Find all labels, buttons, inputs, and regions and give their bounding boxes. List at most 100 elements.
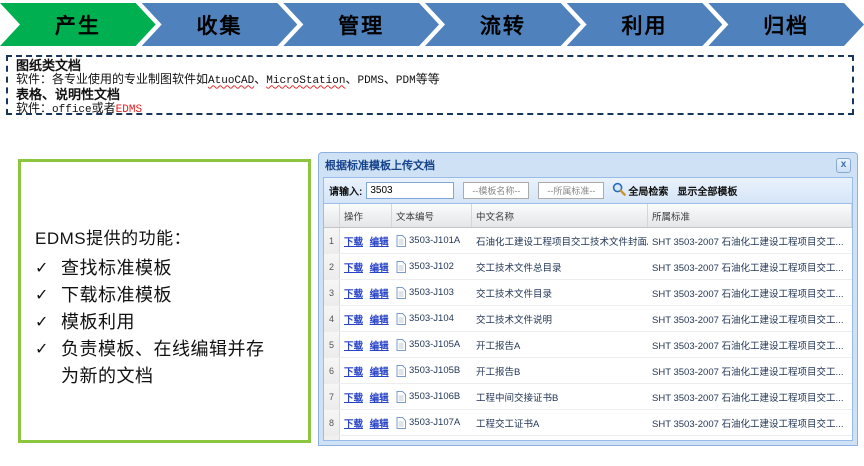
note-sep: 、 [345, 72, 357, 86]
table-row-partial [324, 436, 852, 441]
panel-title: 根据标准模板上传文档 [325, 157, 435, 173]
note-software-pdms: PDMS [357, 75, 383, 87]
process-step-6: 归档 [708, 3, 864, 46]
row-number: 5 [324, 332, 340, 357]
download-link[interactable]: 下载 [344, 263, 363, 274]
doc-number-cell: 3503-J102 [392, 261, 472, 273]
note-title-drawings: 图纸类文档 [16, 59, 844, 73]
doc-name-cell: 交工技术文件说明 [472, 312, 648, 326]
edit-link[interactable]: 编辑 [370, 393, 389, 404]
doc-number-cell: 3503-J105B [392, 365, 472, 377]
upload-template-window: 根据标准模板上传文档 x 请输入: --模板名称-- --所属标准-- 全局检索… [318, 152, 858, 446]
process-flow: 产生收集 管理 流转 利用 归档 [0, 3, 864, 46]
doc-number: 3503-J107A [409, 417, 460, 428]
search-input[interactable] [366, 182, 454, 199]
process-step-5: 利用 [567, 3, 723, 46]
checkmark-icon: ✓ [35, 282, 61, 309]
download-link[interactable]: 下载 [344, 289, 363, 300]
slide: 产生收集 管理 流转 利用 归档 图纸类文档 软件：各专业使用的专业制图软件如AtuoC… [0, 0, 864, 466]
doc-number-cell: 3503-J101A [392, 235, 472, 247]
process-step-label: 管理 [338, 10, 384, 40]
edit-link[interactable]: 编辑 [370, 237, 389, 248]
doc-number: 3503-J101A [409, 235, 460, 246]
process-step-label: 归档 [763, 10, 809, 40]
edms-feature-item: ✓下载标准模板 [35, 282, 302, 309]
row-number: 3 [324, 280, 340, 305]
doc-standard-cell: SHT 3503-2007 石油化工建设工程项目交工... [648, 286, 852, 300]
document-icon [396, 339, 406, 351]
table-row[interactable]: 7 下载 编辑 3503-J106B 工程中间交接证书B SHT 3503-20… [324, 384, 852, 410]
doc-number-cell: 3503-J105A [392, 339, 472, 351]
table-row[interactable]: 8 下载 编辑 3503-J107A 工程交工证书A SHT 3503-2007… [324, 410, 852, 436]
document-icon [396, 391, 406, 403]
edit-link[interactable]: 编辑 [370, 289, 389, 300]
table-row[interactable]: 4 下载 编辑 3503-J104 交工技术文件说明 SHT 3503-2007… [324, 306, 852, 332]
document-types-note: 图纸类文档 软件：各专业使用的专业制图软件如AtuoCAD、MicroStati… [6, 55, 854, 115]
table-row[interactable]: 2 下载 编辑 3503-J102 交工技术文件总目录 SHT 3503-200… [324, 254, 852, 280]
row-actions: 下载 编辑 [340, 234, 392, 248]
process-step-label: 流转 [480, 10, 526, 40]
edms-box-title: EDMS提供的功能： [35, 224, 302, 249]
document-icon [396, 235, 406, 247]
download-link[interactable]: 下载 [344, 419, 363, 430]
doc-name-cell: 交工技术文件目录 [472, 286, 648, 300]
note-text: 或者 [92, 101, 116, 115]
table-row[interactable]: 3 下载 编辑 3503-J103 交工技术文件目录 SHT 3503-2007… [324, 280, 852, 306]
doc-name-cell: 交工技术文件总目录 [472, 260, 648, 274]
table-row[interactable]: 6 下载 编辑 3503-J105B 开工报告B SHT 3503-2007 石… [324, 358, 852, 384]
header-operation[interactable]: 操作 [340, 204, 392, 227]
download-link[interactable]: 下载 [344, 237, 363, 248]
doc-standard-cell: SHT 3503-2007 石油化工建设工程项目交工... [648, 416, 852, 430]
note-sep: 、 [384, 72, 396, 86]
row-actions: 下载 编辑 [340, 260, 392, 274]
edit-link[interactable]: 编辑 [370, 315, 389, 326]
header-doc-name[interactable]: 中文名称 [472, 204, 648, 227]
close-icon[interactable]: x [836, 158, 851, 173]
download-link[interactable]: 下载 [344, 393, 363, 404]
note-text: 软件：各专业使用的专业制图软件如 [16, 72, 208, 86]
edit-link[interactable]: 编辑 [370, 263, 389, 274]
edit-link[interactable]: 编辑 [370, 367, 389, 378]
table-row[interactable]: 1 下载 编辑 3503-J101A 石油化工建设工程项目交工技术文件封面A S… [324, 228, 852, 254]
doc-number: 3503-J105A [409, 339, 460, 350]
checkmark-icon: ✓ [35, 336, 61, 363]
process-step-1: 产生 [0, 3, 156, 46]
table-row[interactable]: 5 下载 编辑 3503-J105A 开工报告A SHT 3503-2007 石… [324, 332, 852, 358]
show-all-templates-button[interactable]: 显示全部模板 [677, 183, 737, 198]
edit-link[interactable]: 编辑 [370, 419, 389, 430]
download-link[interactable]: 下载 [344, 367, 363, 378]
edms-functions-box: EDMS提供的功能： ✓查找标准模板✓下载标准模板✓模板利用✓负责模板、在线编辑… [18, 159, 311, 443]
doc-standard-cell: SHT 3503-2007 石油化工建设工程项目交工... [648, 338, 852, 352]
doc-name-cell: 石油化工建设工程项目交工技术文件封面A [472, 234, 648, 248]
doc-name-cell: 开工报告B [472, 364, 648, 378]
row-actions: 下载 编辑 [340, 312, 392, 326]
doc-number-cell: 3503-J103 [392, 287, 472, 299]
template-name-combo[interactable]: --模板名称-- [463, 182, 529, 199]
note-software-microstation: MicroStation [266, 75, 345, 87]
table-body: 1 下载 编辑 3503-J101A 石油化工建设工程项目交工技术文件封面A S… [324, 228, 852, 436]
doc-standard-cell: SHT 3503-2007 石油化工建设工程项目交工... [648, 364, 852, 378]
download-link[interactable]: 下载 [344, 341, 363, 352]
document-icon [396, 365, 406, 377]
doc-number-cell: 3503-J106B [392, 391, 472, 403]
row-number: 1 [324, 228, 340, 253]
standard-combo[interactable]: --所属标准-- [538, 182, 604, 199]
header-standard[interactable]: 所属标准 [648, 204, 852, 227]
edit-link[interactable]: 编辑 [370, 341, 389, 352]
process-step-2: 收集 [142, 3, 298, 46]
global-search-button[interactable]: 全局检索 [612, 182, 668, 199]
download-link[interactable]: 下载 [344, 315, 363, 326]
row-actions: 下载 编辑 [340, 416, 392, 430]
row-actions: 下载 编辑 [340, 364, 392, 378]
search-icon [612, 182, 628, 199]
document-icon [396, 417, 406, 429]
note-software-atuocad: AtuoCAD [208, 75, 254, 87]
note-text: 等等 [416, 72, 440, 86]
header-rownum [324, 204, 340, 227]
doc-standard-cell: SHT 3503-2007 石油化工建设工程项目交工... [648, 234, 852, 248]
header-doc-number[interactable]: 文本编号 [392, 204, 472, 227]
note-sep: 、 [254, 72, 266, 86]
panel-title-bar: 根据标准模板上传文档 x [323, 153, 853, 177]
note-software-edms: EDMS [116, 104, 142, 116]
note-text: 软件： [16, 101, 52, 115]
